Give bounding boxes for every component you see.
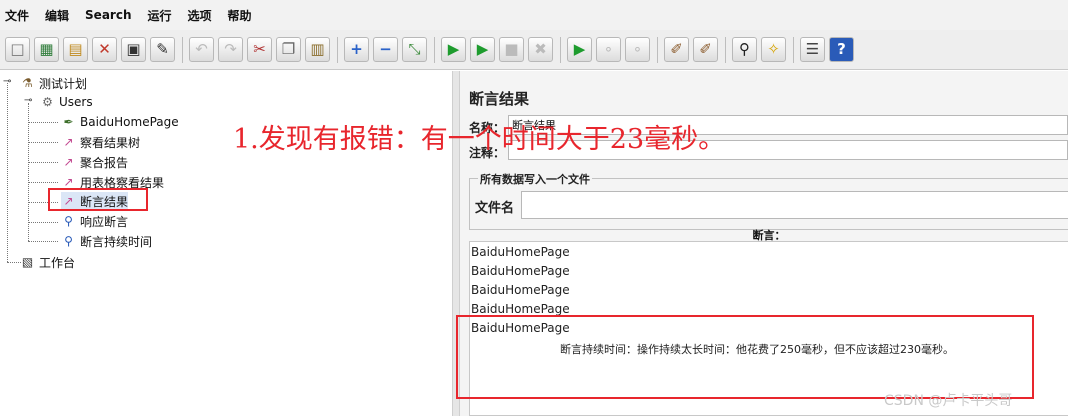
tree-connector [28, 222, 58, 223]
tree-connector [7, 262, 21, 263]
toolbar-separator [725, 36, 726, 63]
tree-connector [28, 241, 58, 242]
tree-node-baiduhomepage[interactable]: ✒ BaiduHomePage [61, 113, 179, 131]
start-no-pause-icon[interactable]: ▶ [470, 37, 495, 62]
menu-options[interactable]: 选项 [187, 5, 213, 26]
result-line: BaiduHomePage [471, 264, 570, 278]
menu-file[interactable]: 文件 [4, 5, 30, 26]
remote-stop-icon[interactable]: ∘ [596, 37, 621, 62]
tree-node-label: BaiduHomePage [80, 115, 179, 129]
tree-connector [28, 162, 58, 163]
tree-node-label: 工作台 [39, 255, 76, 270]
watermark: CSDN @卢卡平头哥 [884, 393, 1013, 409]
start-icon[interactable]: ▶ [441, 37, 466, 62]
tree-node-label: 察看结果树 [80, 135, 141, 150]
tree-node-test-plan[interactable]: ⚗ 测试计划 [20, 74, 87, 92]
workbench-icon: ▧ [21, 255, 34, 269]
menu-help[interactable]: 帮助 [227, 5, 253, 26]
group-title: 所有数据写入一个文件 [478, 171, 592, 187]
expand-icon[interactable]: + [344, 37, 369, 62]
assertion-magnifier-icon: ⚲ [64, 234, 73, 248]
new-icon[interactable]: □ [5, 37, 30, 62]
collapse-icon[interactable]: − [373, 37, 398, 62]
tree-node-duration-assertion[interactable]: ⚲ 断言持续时间 [61, 232, 152, 250]
tree-node-label: 聚合报告 [80, 155, 129, 170]
tree-connector [28, 142, 58, 143]
redo-icon[interactable]: ↷ [218, 37, 243, 62]
listener-chart-icon: ↗ [63, 155, 74, 169]
toolbar-separator [657, 36, 658, 63]
copy-icon[interactable]: ❐ [276, 37, 301, 62]
paste-icon[interactable]: ▥ [305, 37, 330, 62]
toggle-icon[interactable]: ⤡ [402, 37, 427, 62]
stop-icon[interactable]: ■ [499, 37, 524, 62]
tree-connector [28, 182, 58, 183]
menu-search[interactable]: Search [84, 6, 132, 24]
highlight-box [456, 315, 1034, 399]
tree-connector [28, 103, 29, 241]
cut-icon[interactable]: ✂ [247, 37, 272, 62]
menu-run[interactable]: 运行 [146, 5, 172, 26]
result-line: BaiduHomePage [471, 302, 570, 316]
page-title: 断言结果 [469, 90, 530, 108]
clear-icon[interactable]: ✐ [664, 37, 689, 62]
filename-input[interactable] [521, 191, 1068, 219]
collapse-toggle-icon[interactable]: ⊸ [24, 95, 32, 106]
search-icon[interactable]: ⚲ [732, 37, 757, 62]
annotation-text: 1.发现有报错：有一个时间大于23毫秒。 [233, 124, 726, 155]
listener-chart-icon: ↗ [63, 135, 74, 149]
test-plan-icon: ⚗ [22, 76, 33, 90]
tree-node-view-results-tree[interactable]: ↗ 察看结果树 [61, 133, 140, 151]
highlight-box [48, 188, 148, 211]
tree-connector [7, 83, 8, 262]
toolbar-separator [434, 36, 435, 63]
toolbar-separator [793, 36, 794, 63]
shutdown-icon[interactable]: ✖ [528, 37, 553, 62]
tree-node-label: Users [59, 95, 93, 109]
save-icon[interactable]: ▣ [121, 37, 146, 62]
reset-search-icon[interactable]: ✧ [761, 37, 786, 62]
toolbar-separator [337, 36, 338, 63]
menu-bar: 文件 编辑 Search 运行 选项 帮助 [0, 0, 1068, 30]
tree-node-label: 测试计划 [39, 76, 88, 91]
close-icon[interactable]: ✕ [92, 37, 117, 62]
open-icon[interactable]: ▤ [63, 37, 88, 62]
toolbar: □ ▦ ▤ ✕ ▣ ✎ ↶ ↷ ✂ ❐ ▥ + − ⤡ ▶ ▶ ■ ✖ ▶ ∘ … [0, 30, 1068, 70]
menu-edit[interactable]: 编辑 [44, 5, 70, 26]
clear-all-icon[interactable]: ✐ [693, 37, 718, 62]
remote-shutdown-icon[interactable]: ∘ [625, 37, 650, 62]
write-to-file-group: 所有数据写入一个文件 文件名 [469, 171, 1068, 230]
tree-node-label: 断言持续时间 [80, 234, 153, 249]
tree-node-workbench[interactable]: ▧ 工作台 [20, 253, 75, 271]
function-helper-icon[interactable]: ☰ [800, 37, 825, 62]
thread-group-gear-icon: ⚙ [42, 95, 53, 109]
save-as-icon[interactable]: ✎ [150, 37, 175, 62]
tree-node-label: 响应断言 [80, 214, 129, 229]
assertion-magnifier-icon: ⚲ [64, 214, 73, 228]
result-line: BaiduHomePage [471, 283, 570, 297]
filename-label: 文件名 [475, 201, 515, 216]
result-line: BaiduHomePage [471, 245, 570, 259]
tree-node-users[interactable]: ⚙ Users [40, 93, 93, 111]
templates-icon[interactable]: ▦ [34, 37, 59, 62]
undo-icon[interactable]: ↶ [189, 37, 214, 62]
remote-start-icon[interactable]: ▶ [567, 37, 592, 62]
tree-node-aggregate-report[interactable]: ↗ 聚合报告 [61, 153, 128, 171]
toolbar-separator [560, 36, 561, 63]
tree-connector [28, 122, 58, 123]
tree-node-response-assertion[interactable]: ⚲ 响应断言 [61, 212, 128, 230]
collapse-toggle-icon[interactable]: ⊸ [3, 76, 11, 87]
http-sampler-pen-icon: ✒ [63, 115, 74, 129]
help-icon[interactable]: ? [829, 37, 854, 62]
toolbar-separator [182, 36, 183, 63]
